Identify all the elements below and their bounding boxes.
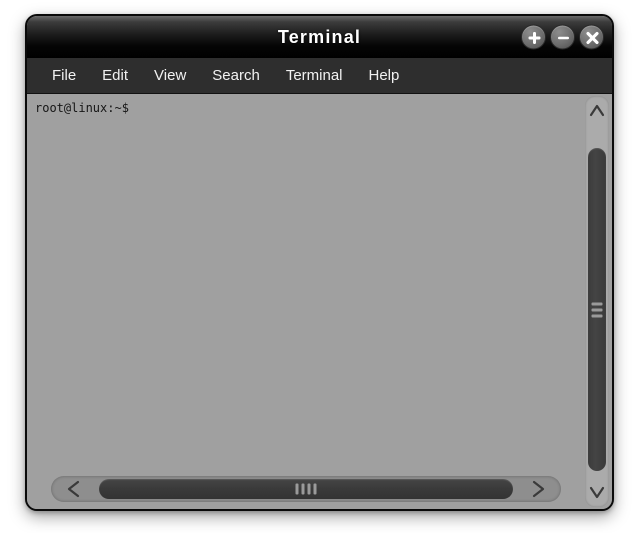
menu-item-view[interactable]: View	[141, 63, 199, 88]
title-bar[interactable]: Terminal	[27, 16, 612, 58]
screen: Terminal File Edit View Search Terminal …	[0, 0, 640, 533]
terminal-text-area[interactable]: root@linux:~$	[27, 94, 585, 509]
close-icon	[586, 31, 599, 45]
plus-icon	[528, 32, 541, 44]
vertical-scrollbar[interactable]	[585, 96, 609, 507]
chevron-up-icon	[589, 104, 605, 117]
menu-item-file[interactable]: File	[39, 63, 89, 88]
scroll-right-button[interactable]	[515, 476, 561, 502]
chevron-left-icon	[67, 480, 80, 498]
scroll-down-button[interactable]	[585, 479, 609, 505]
scroll-left-button[interactable]	[51, 476, 97, 502]
menu-bar: File Edit View Search Terminal Help	[27, 58, 612, 94]
horizontal-thumb-grip	[295, 483, 317, 495]
menu-item-help[interactable]: Help	[356, 63, 413, 88]
terminal-window: Terminal File Edit View Search Terminal …	[25, 14, 614, 511]
window-controls	[521, 24, 604, 50]
horizontal-scrollbar-thumb[interactable]	[99, 479, 513, 499]
vertical-scrollbar-thumb[interactable]	[588, 148, 606, 471]
horizontal-scrollbar[interactable]	[51, 476, 561, 502]
window-title: Terminal	[277, 26, 362, 47]
scroll-up-button[interactable]	[585, 98, 609, 124]
menu-item-terminal[interactable]: Terminal	[273, 63, 356, 88]
close-button[interactable]	[579, 24, 604, 50]
chevron-down-icon	[589, 486, 605, 499]
menu-item-search[interactable]: Search	[199, 63, 273, 88]
minimize-button[interactable]	[550, 24, 575, 50]
horizontal-scrollbar-row	[27, 475, 585, 503]
maximize-button[interactable]	[521, 24, 546, 50]
terminal-body: root@linux:~$	[27, 94, 612, 509]
vertical-thumb-grip	[591, 302, 603, 317]
menu-item-edit[interactable]: Edit	[89, 63, 141, 88]
minus-icon	[558, 36, 569, 40]
terminal-output[interactable]: root@linux:~$	[35, 101, 583, 116]
chevron-right-icon	[532, 480, 545, 498]
